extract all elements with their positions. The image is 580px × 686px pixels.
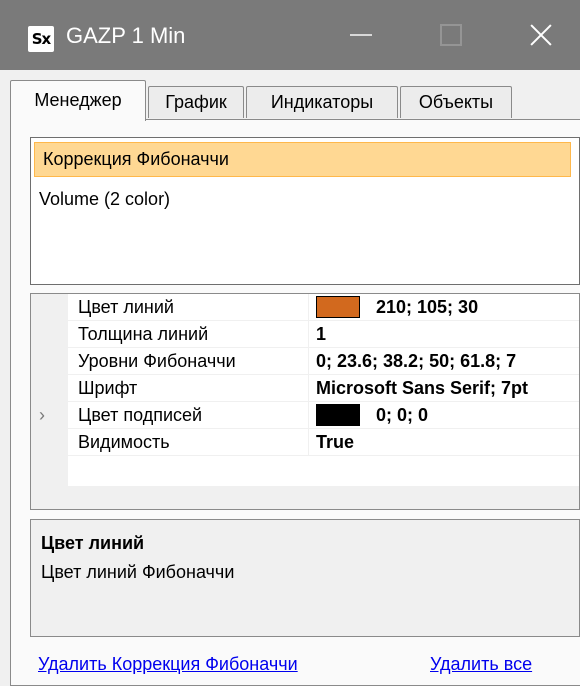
property-grid[interactable]: Цвет линий 210; 105; 30 Толщина линий 1 … [30,293,580,510]
property-value[interactable]: Microsoft Sans Serif; 7pt [316,375,528,402]
property-value[interactable]: 0; 0; 0 [316,402,428,429]
property-row[interactable]: Толщина линий 1 [68,321,579,348]
color-swatch [316,295,360,318]
property-name: Цвет линий [78,297,174,317]
property-row[interactable]: Шрифт Microsoft Sans Serif; 7pt [68,375,579,402]
help-title: Цвет линий [41,533,145,553]
title-bar[interactable]: Sx GAZP 1 Min [0,0,580,70]
property-value[interactable]: True [316,429,354,456]
tab-chart[interactable]: График [148,86,244,118]
indicator-list[interactable]: Коррекция Фибоначчи Volume (2 color) [30,137,580,285]
property-row[interactable]: Уровни Фибоначчи 0; 23.6; 38.2; 50; 61.8… [68,348,579,375]
property-name: Толщина линий [78,324,209,344]
property-name: Видимость [78,432,170,452]
color-swatch [316,403,360,426]
minimize-button[interactable] [326,0,396,70]
help-description: Цвет линий Фибоначчи [41,562,235,582]
property-value[interactable]: 1 [316,321,326,348]
property-row[interactable]: Видимость True [68,429,579,456]
chevron-right-icon[interactable]: › [39,402,45,429]
property-name: Шрифт [78,378,138,398]
tab-strip: Менеджер График Индикаторы Объекты [10,72,580,121]
property-name: Уровни Фибоначчи [78,351,236,371]
property-row[interactable]: Цвет подписей 0; 0; 0 [68,402,579,429]
property-value[interactable]: 0; 23.6; 38.2; 50; 61.8; 7 [316,348,516,375]
property-help-pane: Цвет линий Цвет линий Фибоначчи [30,519,580,637]
tab-objects[interactable]: Объекты [400,86,512,118]
close-button[interactable] [506,0,576,70]
property-name: Цвет подписей [78,405,203,425]
minimize-icon [350,34,372,36]
list-item[interactable]: Volume (2 color) [31,182,579,216]
grid-bottom-strip [31,486,579,509]
close-icon [530,24,552,46]
maximize-button [416,0,486,70]
property-value[interactable]: 210; 105; 30 [316,294,478,321]
delete-all-link[interactable]: Удалить все [430,654,532,675]
property-row[interactable]: Цвет линий 210; 105; 30 [68,294,579,321]
maximize-icon [440,24,462,46]
app-icon: Sx [28,26,54,52]
list-item[interactable]: Коррекция Фибоначчи [34,142,571,177]
grid-margin [31,294,68,486]
window-title: GAZP 1 Min [66,23,186,48]
tab-manager[interactable]: Менеджер [10,80,146,121]
delete-selected-link[interactable]: Удалить Коррекция Фибоначчи [38,654,298,675]
tab-indicators[interactable]: Индикаторы [246,86,398,118]
